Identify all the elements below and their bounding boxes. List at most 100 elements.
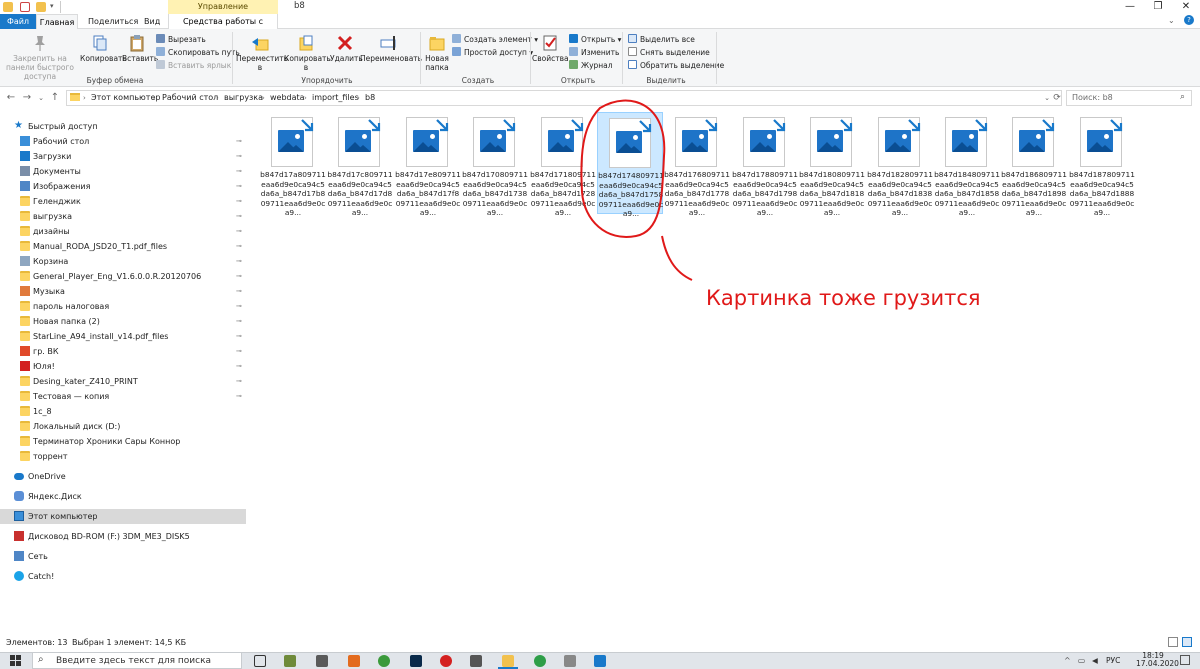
maximize-icon[interactable]: ❐ bbox=[1144, 0, 1172, 14]
pin-icon[interactable]: ⊸ bbox=[236, 164, 242, 179]
nav-item[interactable]: 1с_8 bbox=[0, 404, 246, 419]
utorrent-icon[interactable] bbox=[534, 655, 546, 667]
pin-icon[interactable]: ⊸ bbox=[236, 149, 242, 164]
nav-item[interactable]: Изображения ⊸ bbox=[0, 179, 246, 194]
breadcrumb-chevron-icon[interactable]: › bbox=[357, 92, 360, 104]
back-arrow-icon[interactable]: ← bbox=[4, 91, 18, 105]
app-icon[interactable] bbox=[470, 655, 482, 667]
pin-icon[interactable]: ⊸ bbox=[236, 239, 242, 254]
nav-item[interactable]: Терминатор Хроники Сары Коннор bbox=[0, 434, 246, 449]
help-icon[interactable]: ? bbox=[1184, 15, 1194, 25]
app-icon[interactable] bbox=[348, 655, 360, 667]
open-button[interactable]: Открыть ▾ bbox=[569, 34, 621, 45]
new-item-button[interactable]: Создать элемент ▾ bbox=[452, 34, 538, 45]
paste-button[interactable]: Вставить bbox=[122, 34, 158, 63]
nav-item[interactable]: Загрузки ⊸ bbox=[0, 149, 246, 164]
pin-icon[interactable]: ⊸ bbox=[236, 359, 242, 374]
paste-shortcut-button[interactable]: Вставить ярлык bbox=[156, 60, 231, 71]
nav-item[interactable]: Manual_RODA_JSD20_T1.pdf_files ⊸ bbox=[0, 239, 246, 254]
nav-item[interactable]: StarLine_A94_install_v14.pdf_files ⊸ bbox=[0, 329, 246, 344]
pin-icon[interactable]: ⊸ bbox=[236, 224, 242, 239]
clock[interactable]: 18:19 17.04.2020 bbox=[1136, 652, 1179, 668]
new-folder-button[interactable]: Новая папка bbox=[422, 34, 452, 72]
pin-icon[interactable]: ⊸ bbox=[236, 374, 242, 389]
task-view-icon[interactable] bbox=[254, 655, 266, 667]
file-item[interactable]: b847d178809711eaa6d9e0ca94c5da6a_b847d17… bbox=[732, 112, 798, 217]
manage-context-tab[interactable]: Управление bbox=[168, 0, 278, 14]
notifications-icon[interactable] bbox=[1180, 655, 1190, 665]
nav-item[interactable]: Геленджик ⊸ bbox=[0, 194, 246, 209]
file-item[interactable]: b847d180809711eaa6d9e0ca94c5da6a_b847d18… bbox=[799, 112, 865, 217]
history-button[interactable]: Журнал bbox=[569, 60, 613, 71]
breadcrumb-webdata[interactable]: webdata bbox=[270, 92, 305, 104]
copy-to-button[interactable]: Копировать в bbox=[284, 34, 331, 72]
details-view-icon[interactable] bbox=[1168, 637, 1178, 647]
nav-quick-access[interactable]: ★ Быстрый доступ bbox=[0, 119, 246, 134]
nav-item[interactable]: General_Player_Eng_V1.6.0.0.R.20120706 ⊸ bbox=[0, 269, 246, 284]
app-icon[interactable] bbox=[564, 655, 576, 667]
pin-icon[interactable]: ⊸ bbox=[236, 284, 242, 299]
opera-icon[interactable] bbox=[440, 655, 452, 667]
select-none-button[interactable]: Снять выделение bbox=[628, 47, 710, 58]
app-icon[interactable] bbox=[284, 655, 296, 667]
pin-icon[interactable]: ⊸ bbox=[236, 254, 242, 269]
recent-dropdown-icon[interactable]: ⌄ bbox=[34, 91, 48, 105]
tray-expand-icon[interactable]: ^ bbox=[1064, 655, 1071, 667]
quick-access-dropdown-icon[interactable]: ▾ bbox=[50, 2, 54, 10]
windows-start-icon[interactable] bbox=[0, 652, 32, 669]
nav-item[interactable]: Юля! ⊸ bbox=[0, 359, 246, 374]
ribbon-expand-icon[interactable]: ⌄ bbox=[1168, 16, 1175, 25]
nav-item[interactable]: торрент bbox=[0, 449, 246, 464]
nav-item[interactable]: Desing_kater_Z410_PRINT ⊸ bbox=[0, 374, 246, 389]
file-explorer-icon[interactable] bbox=[502, 655, 514, 667]
pin-icon[interactable]: ⊸ bbox=[236, 389, 242, 404]
new-folder-quick-icon[interactable] bbox=[36, 2, 46, 12]
pin-icon[interactable]: ⊸ bbox=[236, 314, 242, 329]
copy-path-button[interactable]: Скопировать путь bbox=[156, 47, 240, 58]
file-item[interactable]: b847d182809711eaa6d9e0ca94c5da6a_b847d18… bbox=[867, 112, 933, 217]
nav-item[interactable]: Рабочий стол ⊸ bbox=[0, 134, 246, 149]
breadcrumb-chevron-icon[interactable]: › bbox=[83, 92, 86, 104]
breadcrumb-chevron-icon[interactable]: › bbox=[216, 92, 219, 104]
easy-access-button[interactable]: Простой доступ ▾ bbox=[452, 47, 533, 58]
nav-bd-rom[interactable]: Дисковод BD-ROM (F:) 3DM_ME3_DISK5 bbox=[0, 529, 246, 544]
file-item[interactable]: b847d17e809711eaa6d9e0ca94c5da6a_b847d17… bbox=[395, 112, 461, 217]
file-item[interactable]: b847d17c809711eaa6d9e0ca94c5da6a_b847d17… bbox=[327, 112, 393, 217]
select-all-button[interactable]: Выделить все bbox=[628, 34, 695, 45]
nav-item[interactable]: Корзина ⊸ bbox=[0, 254, 246, 269]
nav-item[interactable]: выгрузка ⊸ bbox=[0, 209, 246, 224]
nav-catch[interactable]: Catch! bbox=[0, 569, 246, 584]
cut-button[interactable]: Вырезать bbox=[156, 34, 206, 45]
forward-arrow-icon[interactable]: → bbox=[20, 91, 34, 105]
volume-icon[interactable]: ◀ bbox=[1092, 655, 1098, 667]
breadcrumb-chevron-icon[interactable]: › bbox=[153, 92, 156, 104]
pin-icon[interactable]: ⊸ bbox=[236, 179, 242, 194]
nav-item[interactable]: гр. ВК ⊸ bbox=[0, 344, 246, 359]
search-icon[interactable]: ⌕ bbox=[1180, 92, 1185, 102]
pin-icon[interactable]: ⊸ bbox=[236, 209, 242, 224]
breadcrumb-import-files[interactable]: import_files bbox=[312, 92, 359, 104]
up-arrow-icon[interactable]: ↑ bbox=[48, 91, 62, 105]
breadcrumb-this-pc[interactable]: Этот компьютер bbox=[91, 92, 160, 104]
file-item[interactable]: b847d17a809711eaa6d9e0ca94c5da6a_b847d17… bbox=[260, 112, 326, 217]
pin-icon[interactable]: ⊸ bbox=[236, 194, 242, 209]
network-tray-icon[interactable]: ▭ bbox=[1078, 655, 1085, 667]
calculator-icon[interactable] bbox=[316, 655, 328, 667]
rename-button[interactable]: Переименовать bbox=[360, 34, 422, 63]
language-indicator[interactable]: РУС bbox=[1106, 655, 1120, 667]
properties-button[interactable]: Свойства bbox=[532, 34, 569, 63]
tab-view[interactable]: Вид bbox=[138, 14, 166, 29]
tab-home[interactable]: Главная bbox=[36, 14, 78, 30]
pin-icon[interactable]: ⊸ bbox=[236, 299, 242, 314]
tab-file[interactable]: Файл bbox=[0, 14, 36, 29]
nav-item[interactable]: Музыка ⊸ bbox=[0, 284, 246, 299]
nav-item[interactable]: Локальный диск (D:) bbox=[0, 419, 246, 434]
tab-picture-tools[interactable]: Средства работы с рисунками bbox=[168, 14, 278, 41]
chrome-icon[interactable] bbox=[378, 655, 390, 667]
minimize-icon[interactable]: — bbox=[1116, 0, 1144, 14]
pin-quick-access-button[interactable]: Закрепить на панели быстрого доступа bbox=[2, 34, 78, 81]
move-to-button[interactable]: Переместить в bbox=[236, 34, 288, 72]
file-item[interactable]: b847d187809711eaa6d9e0ca94c5da6a_b847d18… bbox=[1069, 112, 1135, 217]
breadcrumb-vygruzka[interactable]: выгрузка bbox=[224, 92, 263, 104]
delete-button[interactable]: Удалить bbox=[330, 34, 363, 63]
